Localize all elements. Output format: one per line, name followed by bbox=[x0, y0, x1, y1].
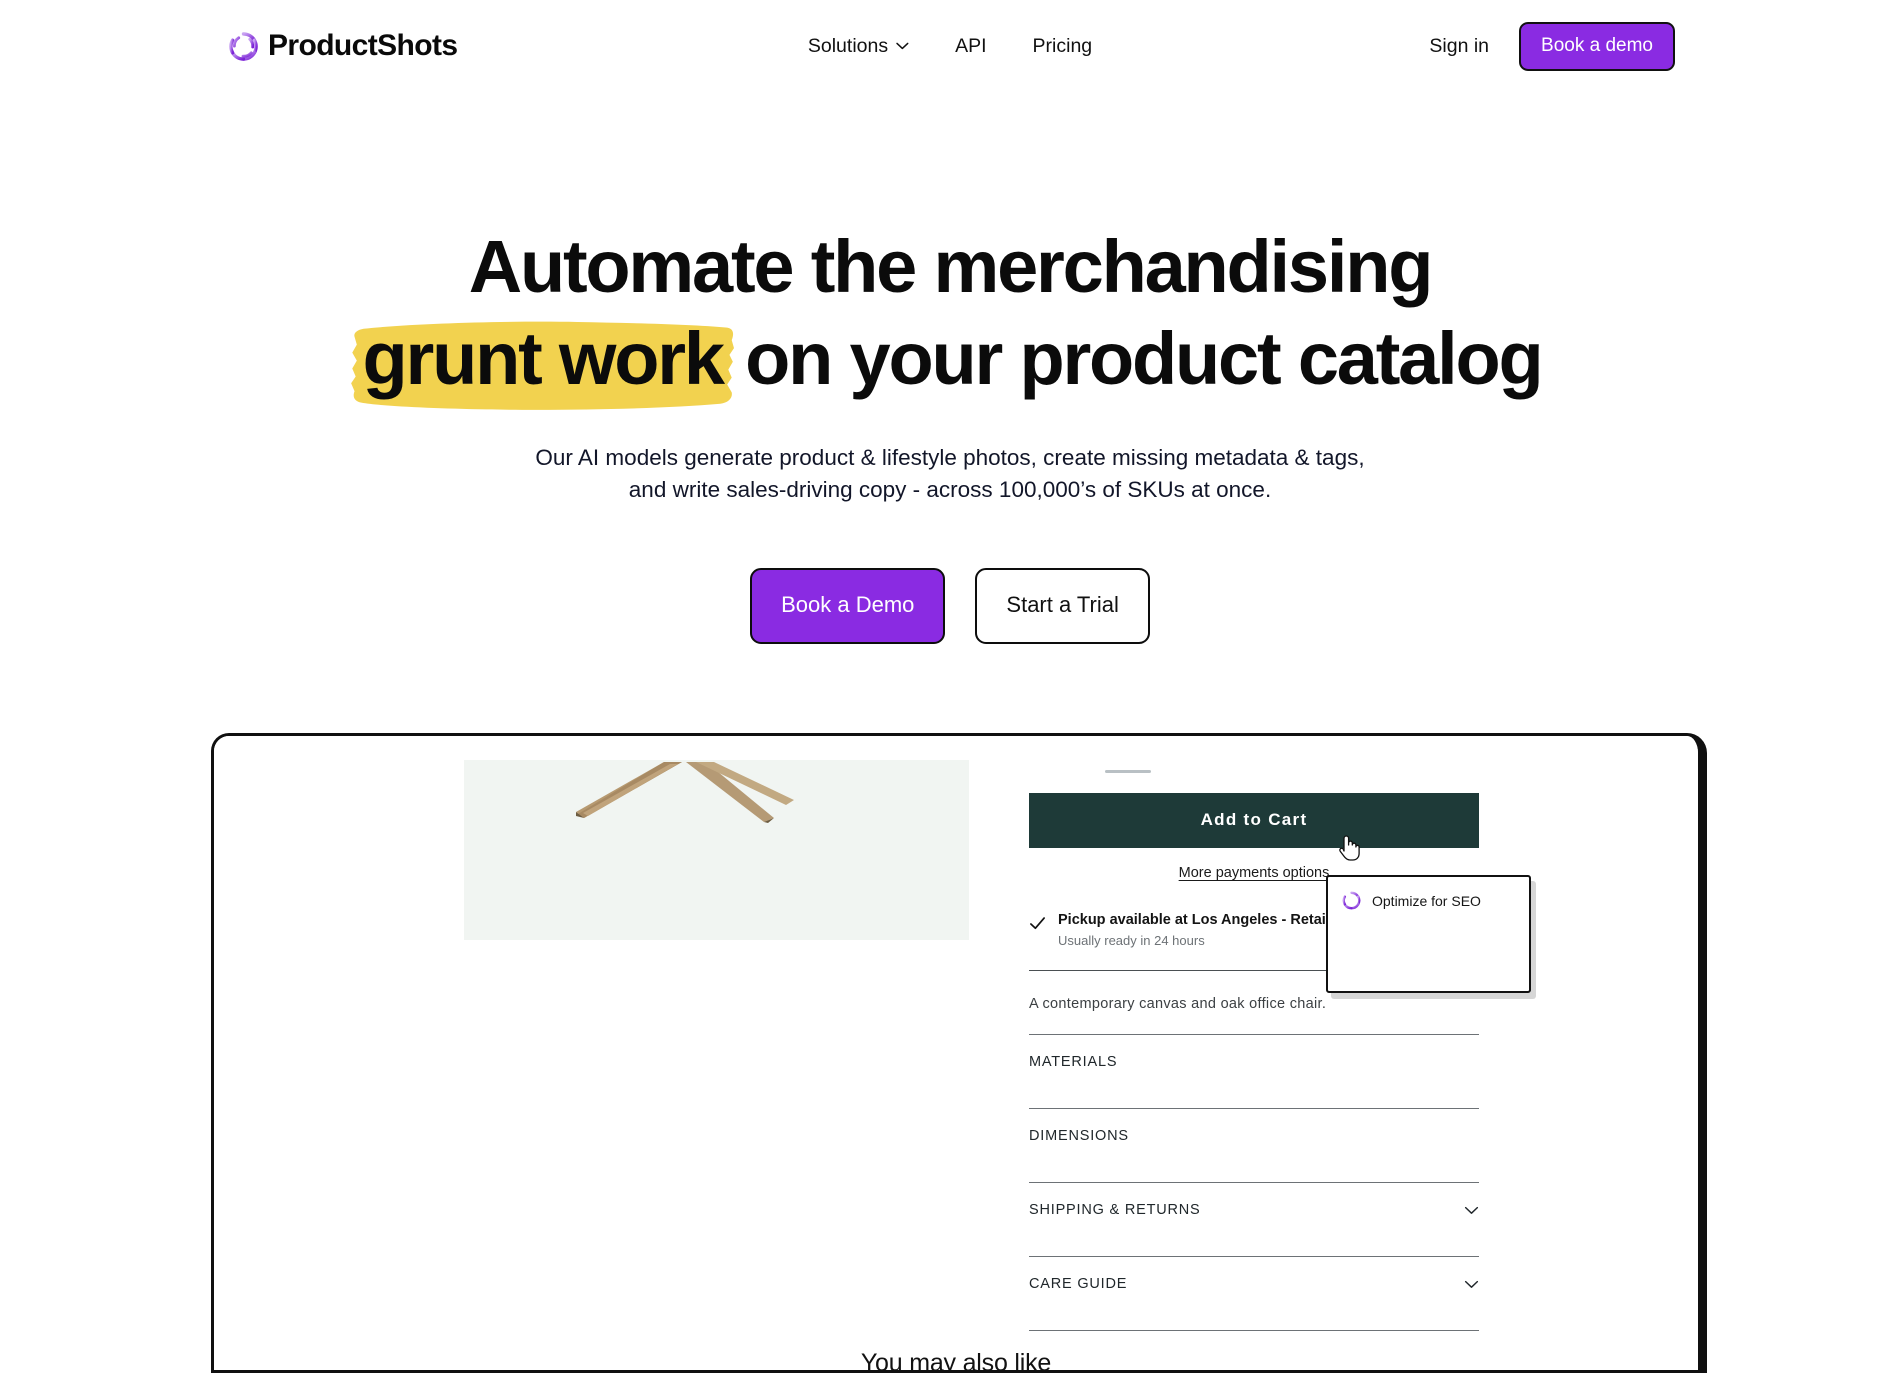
nav-item-api[interactable]: API bbox=[955, 35, 986, 58]
accordion-care-guide[interactable]: CARE GUIDE bbox=[1029, 1257, 1479, 1308]
book-a-demo-button[interactable]: Book a Demo bbox=[750, 567, 946, 644]
variant-swatch-line bbox=[1105, 770, 1151, 773]
accordion-shipping-returns[interactable]: SHIPPING & RETURNS bbox=[1029, 1183, 1479, 1234]
hero-section: Automate the merchandising grunt work on… bbox=[0, 92, 1900, 644]
aperture-icon bbox=[229, 31, 258, 61]
optimize-for-seo-label: Optimize for SEO bbox=[1372, 892, 1481, 909]
product-photo[interactable] bbox=[464, 760, 969, 940]
headline-line-2-rest: on your product catalog bbox=[726, 317, 1544, 400]
laptop-frame: Add to Cart More payments options Pickup… bbox=[211, 733, 1707, 1373]
you-may-also-like-section: You may also like bbox=[214, 1349, 1698, 1373]
sign-in-link[interactable]: Sign in bbox=[1429, 35, 1489, 58]
accordion-care-guide-label: CARE GUIDE bbox=[1029, 1276, 1128, 1292]
hand-cursor-icon bbox=[1339, 835, 1360, 861]
chair-legs-image bbox=[464, 760, 969, 940]
nav-item-solutions-label: Solutions bbox=[807, 34, 889, 57]
headline-highlight: grunt work bbox=[351, 322, 735, 410]
aperture-icon bbox=[1342, 891, 1361, 910]
pickup-text: Pickup available at Los Angeles - Retail… bbox=[1058, 912, 1371, 948]
chevron-down-icon bbox=[1464, 1206, 1479, 1214]
brand-logo[interactable]: ProductShots bbox=[228, 29, 458, 63]
screen-content: Add to Cart More payments options Pickup… bbox=[214, 736, 1698, 1370]
optimize-for-seo-popup: Optimize for SEO bbox=[1326, 875, 1531, 993]
pickup-subtitle: Usually ready in 24 hours bbox=[1058, 933, 1205, 948]
headline-highlight-text: grunt work bbox=[362, 317, 725, 400]
headline-line-1: Automate the merchandising bbox=[468, 225, 1434, 308]
divider bbox=[1029, 1330, 1479, 1331]
start-a-trial-button[interactable]: Start a Trial bbox=[975, 567, 1150, 644]
product-gallery bbox=[464, 758, 969, 1370]
accordion-dimensions[interactable]: DIMENSIONS bbox=[1029, 1109, 1479, 1160]
check-icon bbox=[1030, 917, 1045, 930]
headline-line-2: grunt work on your product catalog bbox=[0, 322, 1900, 410]
chevron-down-icon bbox=[896, 42, 909, 50]
accordion-materials[interactable]: MATERIALS bbox=[1029, 1035, 1479, 1086]
nav-item-pricing-label: Pricing bbox=[1032, 34, 1093, 57]
hero-subtitle-line-1: Our AI models generate product & lifesty… bbox=[535, 445, 1365, 470]
accordion-materials-label: MATERIALS bbox=[1029, 1054, 1118, 1070]
nav-item-api-label: API bbox=[955, 34, 987, 57]
optimize-for-seo-menu-item[interactable]: Optimize for SEO bbox=[1342, 891, 1529, 910]
hero-subtitle-line-2: and write sales-driving copy - across 10… bbox=[628, 476, 1272, 502]
product-info-panel: Add to Cart More payments options Pickup… bbox=[1029, 758, 1531, 1370]
hero-cta-row: Book a Demo Start a Trial bbox=[0, 567, 1900, 644]
product-description: A contemporary canvas and oak office cha… bbox=[1029, 996, 1327, 1012]
add-to-cart-button[interactable]: Add to Cart bbox=[1029, 793, 1479, 848]
brand-name: ProductShots bbox=[268, 29, 458, 62]
nav-item-pricing[interactable]: Pricing bbox=[1033, 35, 1093, 58]
chevron-down-icon bbox=[1464, 1280, 1479, 1288]
product-demo-mockup: Add to Cart More payments options Pickup… bbox=[211, 733, 1707, 1373]
nav-item-solutions[interactable]: Solutions bbox=[808, 35, 909, 58]
header-actions: Sign in Book a demo bbox=[1429, 21, 1675, 71]
accordion-shipping-returns-label: SHIPPING & RETURNS bbox=[1029, 1202, 1201, 1218]
page-title: Automate the merchandising grunt work on… bbox=[0, 225, 1900, 410]
main-nav: Solutions API Pricing bbox=[808, 35, 1092, 58]
accordion-dimensions-label: DIMENSIONS bbox=[1029, 1128, 1129, 1144]
you-may-also-like-title: You may also like bbox=[860, 1349, 1052, 1373]
site-header: ProductShots Solutions API Pricing Sign … bbox=[0, 0, 1900, 92]
hero-subtitle: Our AI models generate product & lifesty… bbox=[0, 442, 1900, 506]
pickup-title: Pickup available at Los Angeles - Retail… bbox=[1058, 912, 1371, 928]
book-a-demo-header-button[interactable]: Book a demo bbox=[1519, 21, 1675, 71]
